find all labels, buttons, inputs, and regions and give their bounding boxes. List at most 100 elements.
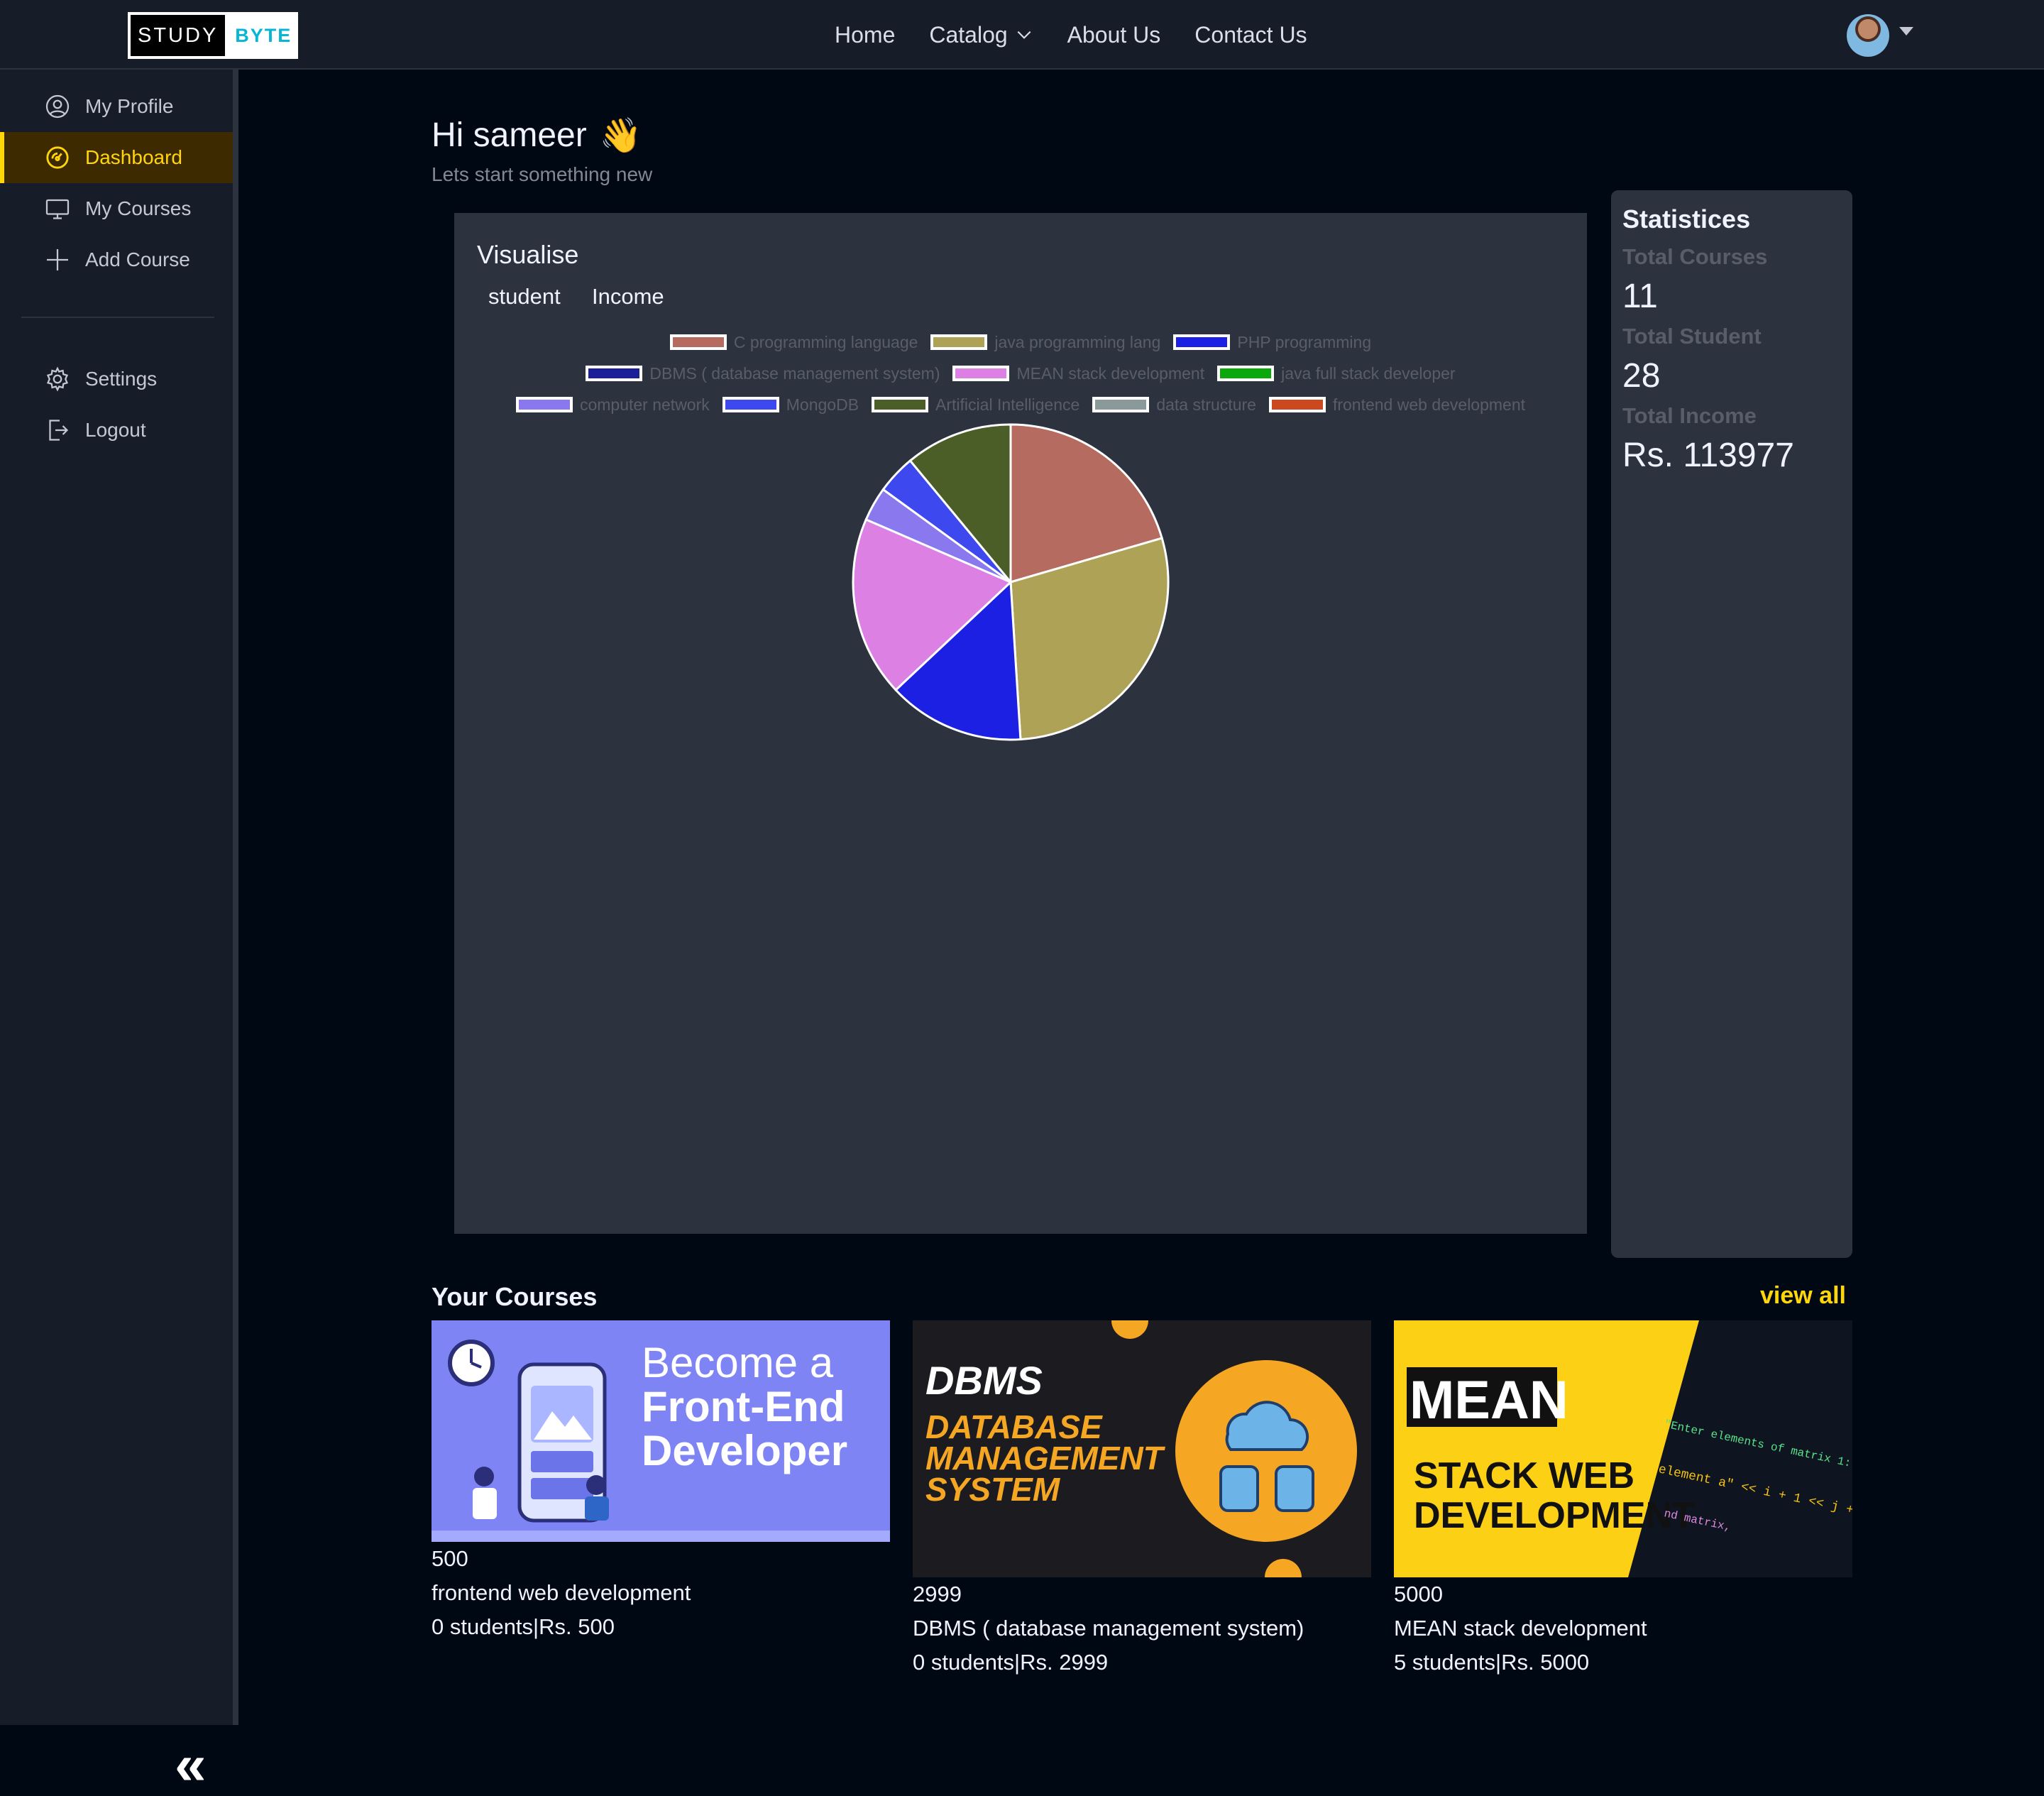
legend-swatch: [515, 397, 573, 412]
legend-item[interactable]: java programming lang: [930, 333, 1160, 352]
thumb-text-line: DBMS: [925, 1358, 1043, 1403]
legend-item[interactable]: DBMS ( database management system): [586, 364, 940, 383]
legend-label: DBMS ( database management system): [649, 363, 940, 383]
sidebar-item-my-profile[interactable]: My Profile: [0, 81, 233, 132]
thumb-text-line: MEAN: [1410, 1370, 1568, 1430]
legend-row: C programming language java programming l…: [454, 327, 1587, 358]
legend-item[interactable]: Artificial Intelligence: [872, 395, 1079, 415]
legend-swatch: [722, 397, 779, 412]
course-meta: 5 students|Rs. 5000: [1394, 1650, 1590, 1675]
sidebar-item-settings[interactable]: Settings: [0, 354, 233, 405]
legend-item[interactable]: frontend web development: [1268, 395, 1526, 415]
course-thumbnail: MEAN STACK WEB DEVELOPMENT "Enter elemen…: [1394, 1320, 1852, 1577]
view-all-link[interactable]: view all: [1760, 1282, 1846, 1310]
course-card-mean[interactable]: MEAN STACK WEB DEVELOPMENT "Enter elemen…: [1394, 1320, 1852, 1680]
gear-icon: [44, 366, 71, 393]
course-name: DBMS ( database management system): [913, 1616, 1304, 1641]
legend-swatch: [586, 366, 643, 381]
course-thumbnail: Become a Front-End Developer: [432, 1320, 890, 1542]
legend-swatch: [1268, 397, 1326, 412]
course-card-frontend[interactable]: Become a Front-End Developer 500 fronten…: [432, 1320, 890, 1644]
logo-part-byte: BYTE: [235, 24, 292, 46]
gauge-icon: [44, 144, 71, 171]
legend-swatch: [952, 366, 1010, 381]
legend-label: data structure: [1156, 395, 1256, 414]
sidebar-item-label: Logout: [85, 419, 146, 441]
thumb-text-line: Become a: [642, 1339, 834, 1386]
sidebar-item-my-courses[interactable]: My Courses: [0, 183, 233, 234]
total-income-value: Rs. 113977: [1622, 437, 1794, 474]
legend-swatch: [1092, 397, 1150, 412]
logo-part-study: STUDY: [131, 15, 226, 56]
legend-item[interactable]: computer network: [515, 395, 710, 415]
statistics-panel: Statistices Total Courses 11 Total Stude…: [1611, 190, 1852, 1258]
sidebar-divider: [21, 317, 214, 318]
dbms-illustration: DBMS DATABASE MANAGEMENT SYSTEM: [925, 1320, 1357, 1577]
thumb-text-line: SYSTEM: [925, 1471, 1061, 1508]
frontend-illustration: Become a Front-End Developer: [432, 1339, 890, 1542]
legend-item[interactable]: java full stack developer: [1217, 363, 1456, 383]
thumb-text-line: DEVELOPMENT: [1414, 1495, 1695, 1536]
course-card-dbms[interactable]: DBMS DATABASE MANAGEMENT SYSTEM 2999 DBM…: [913, 1320, 1371, 1680]
total-students-label: Total Student: [1622, 324, 1762, 349]
sidebar-item-label: Add Course: [85, 248, 190, 270]
course-price: 500: [432, 1546, 468, 1571]
legend-label: Artificial Intelligence: [935, 395, 1080, 414]
nav-contact-link[interactable]: Contact Us: [1194, 22, 1307, 48]
your-courses-title: Your Courses: [432, 1282, 598, 1311]
legend-item[interactable]: PHP programming: [1173, 333, 1371, 352]
course-meta: 0 students|Rs. 2999: [913, 1650, 1109, 1675]
thumb-text-line: STACK WEB: [1414, 1455, 1634, 1496]
tab-income[interactable]: Income: [592, 284, 664, 310]
total-courses-value: 11: [1622, 278, 1658, 315]
legend-row: computer network MongoDB Artificial Intell…: [454, 389, 1587, 420]
course-price: 5000: [1394, 1582, 1443, 1606]
legend-item[interactable]: MongoDB: [722, 395, 859, 415]
course-name: MEAN stack development: [1394, 1616, 1647, 1641]
chevron-down-icon: [1017, 31, 1031, 39]
mean-illustration: MEAN STACK WEB DEVELOPMENT "Enter elemen…: [1394, 1320, 1852, 1577]
legend-item[interactable]: data structure: [1092, 395, 1256, 415]
greeting-title: Hi sameer: [432, 116, 587, 154]
studybyte-logo[interactable]: STUDY BYTE: [128, 12, 298, 59]
sidebar-item-add-course[interactable]: Add Course: [0, 234, 233, 285]
sidebar-item-label: My Profile: [85, 95, 174, 117]
greeting-heading: Hi sameer 👋: [432, 115, 642, 155]
tab-student[interactable]: student: [488, 284, 561, 310]
pie-chart: [852, 423, 1170, 741]
legend-label: C programming language: [733, 332, 918, 351]
legend-row: DBMS ( database management system) MEAN s…: [454, 358, 1587, 389]
course-meta: 0 students|Rs. 500: [432, 1614, 615, 1639]
caret-down-icon[interactable]: [1899, 27, 1913, 35]
top-navbar: STUDY BYTE Home Catalog About Us Contact…: [0, 0, 2044, 70]
legend-label: MEAN stack development: [1016, 363, 1205, 383]
sidebar-item-label: Dashboard: [85, 146, 182, 168]
course-thumbnail: DBMS DATABASE MANAGEMENT SYSTEM: [913, 1320, 1371, 1577]
sidebar-item-label: Settings: [85, 368, 158, 390]
sidebar-item-label: My Courses: [85, 197, 192, 219]
thumb-text-line: Front-End: [642, 1383, 845, 1430]
legend-swatch: [1217, 366, 1275, 381]
legend-label: computer network: [579, 395, 710, 414]
course-price: 2999: [913, 1582, 962, 1606]
collapse-sidebar-icon[interactable]: «: [175, 1736, 207, 1793]
stats-title: Statistices: [1622, 204, 1751, 234]
legend-label: PHP programming: [1237, 332, 1372, 351]
legend-item[interactable]: C programming language: [669, 332, 918, 352]
thumb-text-line: Developer: [642, 1427, 847, 1474]
nav-home-link[interactable]: Home: [835, 22, 895, 48]
legend-label: java programming lang: [994, 332, 1161, 351]
legend-label: frontend web development: [1332, 395, 1526, 414]
visualise-panel: Visualise student Income C programming l…: [454, 213, 1587, 1234]
visualise-title: Visualise: [477, 240, 579, 269]
total-students-value: 28: [1622, 357, 1661, 395]
total-courses-label: Total Courses: [1622, 244, 1768, 269]
nav-about-link[interactable]: About Us: [1067, 22, 1161, 48]
nav-catalog-dropdown[interactable]: Catalog: [929, 22, 1033, 48]
user-avatar[interactable]: [1847, 14, 1889, 57]
total-income-label: Total Income: [1622, 403, 1757, 428]
sidebar-item-logout[interactable]: Logout: [0, 405, 233, 456]
sidebar-item-dashboard[interactable]: Dashboard: [0, 132, 233, 183]
legend-item[interactable]: MEAN stack development: [952, 364, 1204, 383]
legend-label: java full stack developer: [1281, 363, 1456, 383]
